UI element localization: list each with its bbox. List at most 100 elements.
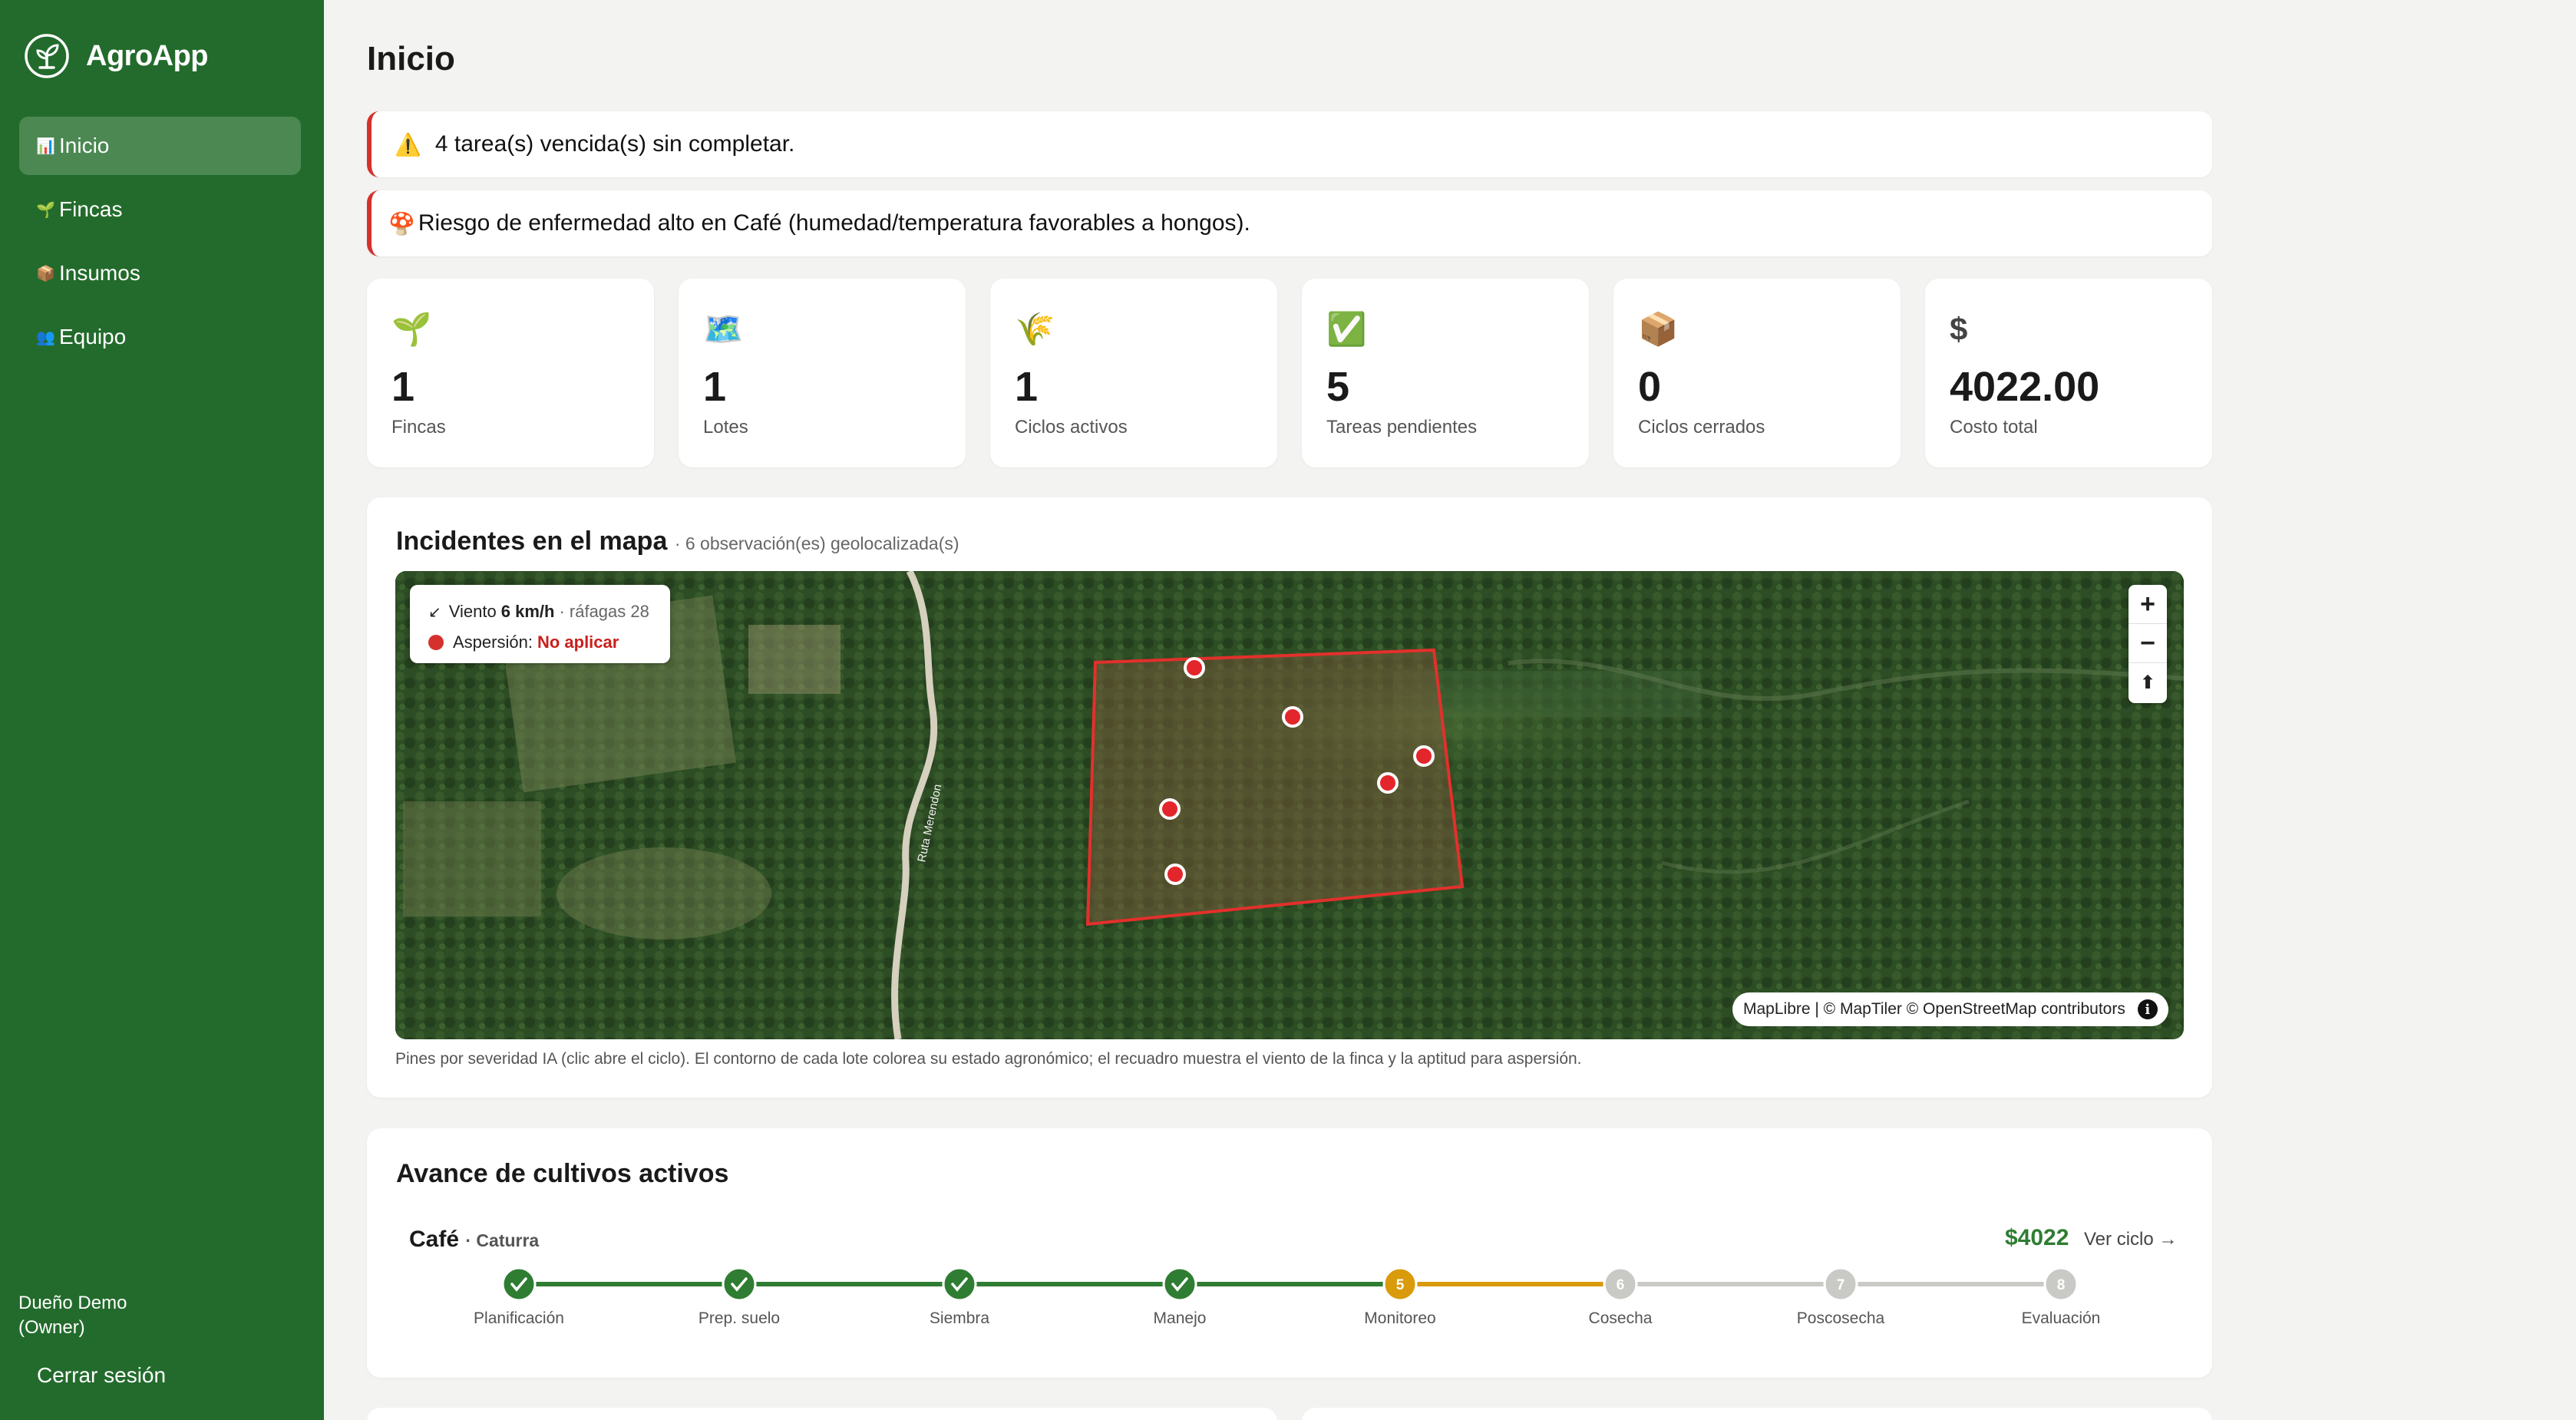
stat-value: 1: [391, 364, 415, 410]
incident-pin[interactable]: [1184, 657, 1205, 679]
stat-value: 4022.00: [1950, 364, 2100, 410]
bottom-card-right: [1302, 1408, 2212, 1420]
stat-label: Fincas: [391, 417, 446, 438]
map-card-title: Incidentes en el mapa · 6 observación(es…: [396, 527, 959, 556]
stat-card-costo-total: $ 4022.00 Costo total: [1925, 279, 2212, 467]
wind-label: Viento: [448, 602, 497, 621]
wind-direction-icon: ↙: [428, 603, 441, 621]
map-card: Incidentes en el mapa · 6 observación(es…: [367, 497, 2212, 1098]
stat-card-ciclos-cerrados: 📦 0 Ciclos cerrados: [1613, 279, 1901, 467]
package-icon: 📦: [1638, 311, 1679, 347]
seedling-icon: 🌱: [36, 201, 55, 219]
user-info: Dueño Demo (Owner): [18, 1291, 172, 1340]
info-icon[interactable]: i: [2137, 999, 2158, 1019]
stat-card-fincas: 🌱 1 Fincas: [367, 279, 654, 467]
stat-label: Ciclos activos: [1015, 417, 1128, 438]
step-label: Evaluación: [2021, 1309, 2101, 1327]
alert-text: 4 tarea(s) vencida(s) sin completar.: [434, 131, 795, 157]
app-name: AgroApp: [86, 39, 209, 72]
spray-row: Aspersión: No aplicar: [428, 627, 670, 658]
stat-label: Ciclos cerrados: [1638, 417, 1765, 438]
stat-value: 1: [1015, 364, 1039, 410]
stat-label: Costo total: [1950, 417, 2038, 438]
compass-reset-button[interactable]: ⬆: [2129, 663, 2167, 702]
sidebar: AgroApp 📊 Inicio 🌱 Fincas 📦 Insumos 👥 Eq…: [0, 0, 324, 1420]
user-name: Dueño Demo: [18, 1293, 127, 1313]
map-card-title-text: Incidentes en el mapa: [396, 527, 668, 556]
incident-map[interactable]: Ruta Merendon ↙ Viento 6 km/h · ráfagas …: [395, 571, 2184, 1039]
wheat-icon: 🌾: [1015, 311, 1055, 347]
step-label: Prep. suelo: [698, 1309, 781, 1327]
stat-value: 1: [703, 364, 727, 410]
zoom-in-button[interactable]: +: [2129, 585, 2167, 624]
map-caption: Pines por severidad IA (clic abre el cic…: [395, 1050, 1582, 1068]
zoom-out-button[interactable]: −: [2129, 624, 2167, 663]
page-title: Inicio: [367, 40, 455, 78]
sidebar-item-fincas[interactable]: 🌱 Fincas: [19, 180, 301, 239]
incident-pin[interactable]: [1282, 706, 1303, 728]
stat-value: 5: [1326, 364, 1350, 410]
warning-icon: ⚠️: [395, 132, 421, 157]
incident-pin[interactable]: [1377, 772, 1399, 794]
step-number: 8: [2057, 1277, 2066, 1293]
step-label: Manejo: [1153, 1309, 1207, 1327]
sidebar-item-label: Fincas: [59, 197, 123, 221]
spray-label: Aspersión:: [453, 632, 533, 652]
alert-text: Riesgo de enfermedad alto en Café (humed…: [418, 210, 1250, 236]
cycle-stepper: 5 6 7 8: [501, 1266, 2079, 1302]
map-card-subtitle: · 6 observación(es) geolocalizada(s): [674, 533, 959, 553]
sidebar-item-label: Equipo: [59, 325, 127, 348]
step-label: Planificación: [474, 1309, 564, 1327]
step-1-circle: [501, 1266, 537, 1302]
map-attribution: MapLibre | © MapTiler © OpenStreetMap co…: [1732, 992, 2168, 1026]
spray-status-dot: [428, 635, 444, 650]
attribution-text[interactable]: MapLibre | © MapTiler © OpenStreetMap co…: [1743, 1000, 2125, 1019]
dollar-icon: $: [1950, 311, 1968, 347]
stat-card-lotes: 🗺️ 1 Lotes: [679, 279, 966, 467]
step-label: Monitoreo: [1364, 1309, 1436, 1327]
step-2-circle: [722, 1266, 757, 1302]
crop-progress-card: Avance de cultivos activos Café · Caturr…: [367, 1128, 2212, 1378]
sidebar-item-inicio[interactable]: 📊 Inicio: [19, 117, 301, 175]
spray-status: No aplicar: [537, 632, 619, 652]
stat-label: Tareas pendientes: [1326, 417, 1478, 438]
wind-row: ↙ Viento 6 km/h · ráfagas 28: [428, 596, 670, 627]
alert-overdue-tasks: ⚠️ 4 tarea(s) vencida(s) sin completar.: [367, 111, 2212, 177]
wind-speed: 6 km/h: [500, 602, 555, 621]
sidebar-item-equipo[interactable]: 👥 Equipo: [19, 308, 301, 366]
stat-value: 0: [1638, 364, 1662, 410]
incident-pin[interactable]: [1164, 864, 1186, 885]
stat-card-ciclos-activos: 🌾 1 Ciclos activos: [990, 279, 1277, 467]
alert-disease-risk: 🍄 Riesgo de enfermedad alto en Café (hum…: [367, 190, 2212, 256]
map-zoom-controls: + − ⬆: [2129, 585, 2167, 703]
package-icon: 📦: [36, 265, 55, 282]
check-icon: ✅: [1326, 311, 1367, 347]
map-icon: 🗺️: [703, 311, 744, 347]
stat-label: Lotes: [703, 417, 748, 438]
stat-card-tareas-pendientes: ✅ 5 Tareas pendientes: [1302, 279, 1589, 467]
wind-info-box: ↙ Viento 6 km/h · ráfagas 28 Aspersión: …: [410, 585, 670, 663]
mushroom-icon: 🍄: [388, 211, 415, 236]
incident-pin[interactable]: [1159, 798, 1181, 820]
team-icon: 👥: [36, 329, 55, 346]
sidebar-item-label: Inicio: [59, 134, 110, 157]
brand[interactable]: AgroApp: [23, 32, 209, 80]
sidebar-item-insumos[interactable]: 📦 Insumos: [19, 244, 301, 302]
wind-gusts: · ráfagas 28: [559, 602, 649, 621]
step-number: 5: [1396, 1277, 1405, 1293]
seedling-icon: 🌱: [391, 311, 432, 347]
sidebar-nav: 📊 Inicio 🌱 Fincas 📦 Insumos 👥 Equipo: [19, 117, 301, 372]
logout-button[interactable]: Cerrar sesión: [37, 1363, 166, 1388]
incident-pin[interactable]: [1413, 745, 1435, 767]
step-number: 6: [1617, 1277, 1625, 1293]
user-role: (Owner): [18, 1317, 85, 1338]
chart-icon: 📊: [36, 137, 55, 155]
bottom-card-left: [367, 1408, 1277, 1420]
step-label: Cosecha: [1588, 1309, 1653, 1327]
step-3-circle: [942, 1266, 977, 1302]
step-label: Siembra: [929, 1309, 990, 1327]
step-4-circle: [1162, 1266, 1197, 1302]
step-number: 7: [1837, 1277, 1845, 1293]
step-label: Poscosecha: [1796, 1309, 1885, 1327]
sidebar-item-label: Insumos: [59, 261, 140, 285]
